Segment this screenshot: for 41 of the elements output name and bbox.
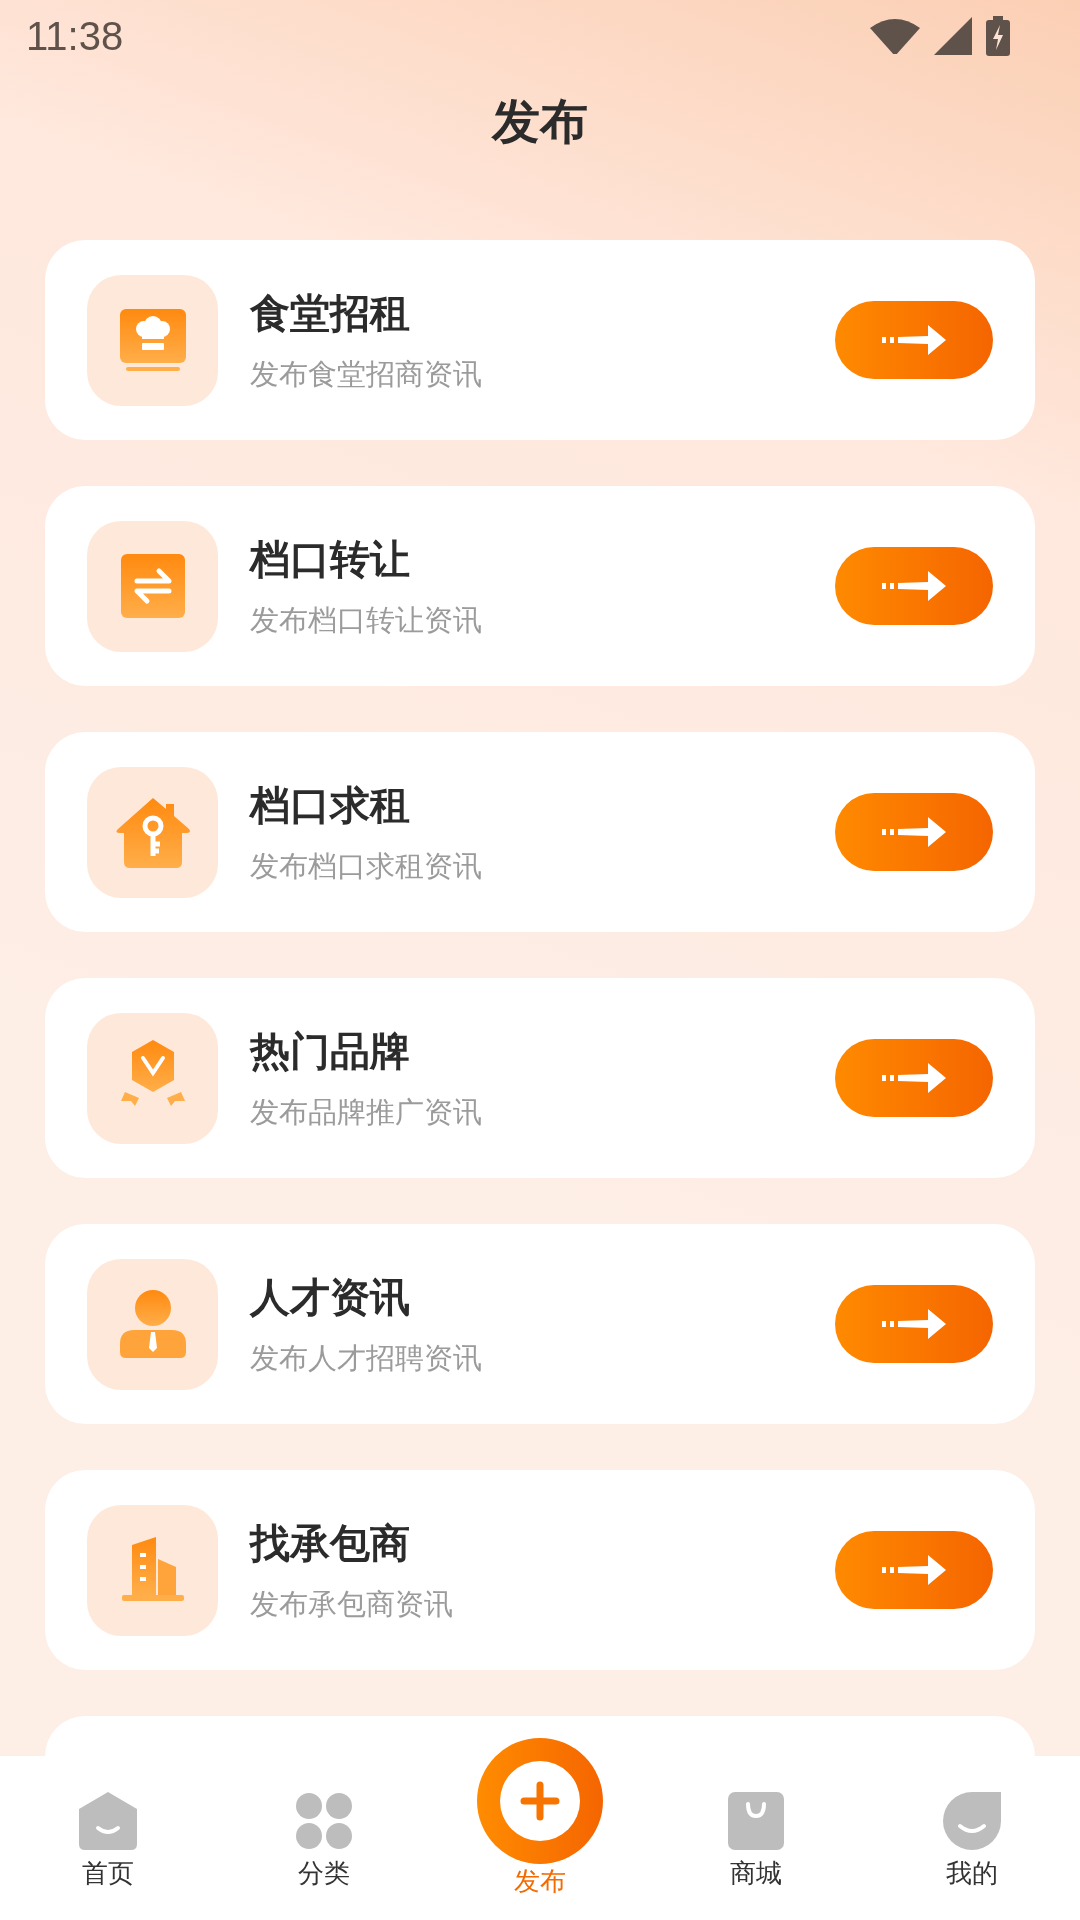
- card-subtitle: 发布食堂招商资讯: [250, 355, 483, 393]
- publish-card[interactable]: 热门品牌 发布品牌推广资讯: [45, 978, 1035, 1178]
- arrow-icon: [882, 325, 946, 355]
- page-title: 发布: [492, 92, 588, 151]
- publish-card[interactable]: 找承包商 发布承包商资讯: [45, 1470, 1035, 1670]
- swap-icon: [120, 554, 185, 618]
- profile-icon: [943, 1792, 1001, 1850]
- wifi-icon: [870, 18, 920, 54]
- signal-icon: [934, 17, 972, 55]
- arrow-icon: [882, 571, 946, 601]
- home-icon: [79, 1792, 137, 1850]
- publish-card[interactable]: 档口转让 发布档口转让资讯: [45, 486, 1035, 686]
- tab-item[interactable]: 我的: [864, 1756, 1080, 1920]
- arrow-icon: [882, 1555, 946, 1585]
- card-title: 人才资讯: [250, 1272, 411, 1322]
- building-icon: [119, 1537, 186, 1603]
- card-title: 档口转让: [250, 534, 411, 584]
- status-time: 11:38: [26, 13, 124, 59]
- card-title: 档口求租: [250, 780, 411, 830]
- card-subtitle: 发布档口求租资讯: [250, 847, 483, 885]
- arrow-icon: [882, 1309, 946, 1339]
- publish-card[interactable]: 档口求租 发布档口求租资讯: [45, 732, 1035, 932]
- card-subtitle: 发布人才招聘资讯: [250, 1339, 483, 1377]
- person-icon: [119, 1290, 186, 1358]
- chef-hat-icon: [119, 309, 186, 371]
- shopping-bag-icon: [728, 1792, 784, 1850]
- card-subtitle: 发布承包商资讯: [250, 1585, 454, 1623]
- battery-icon: [986, 16, 1010, 56]
- card-subtitle: 发布品牌推广资讯: [250, 1093, 483, 1131]
- category-icon: [295, 1792, 353, 1850]
- publish-card[interactable]: 人才资讯 发布人才招聘资讯: [45, 1224, 1035, 1424]
- card-title: 找承包商: [250, 1518, 411, 1568]
- arrow-icon: [882, 1063, 946, 1093]
- tab-item[interactable]: 分类: [216, 1756, 432, 1920]
- card-title: 食堂招租: [250, 288, 411, 338]
- card-subtitle: 发布档口转让资讯: [250, 601, 483, 639]
- publish-card[interactable]: 食堂招租 发布食堂招商资讯: [45, 240, 1035, 440]
- arrow-icon: [882, 817, 946, 847]
- tab-item[interactable]: 首页: [0, 1756, 216, 1920]
- card-title: 热门品牌: [250, 1026, 411, 1076]
- tab-item[interactable]: 商城: [648, 1756, 864, 1920]
